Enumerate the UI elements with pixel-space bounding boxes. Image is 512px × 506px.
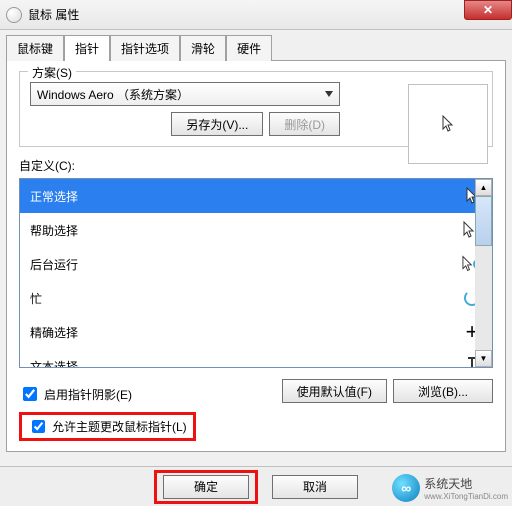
scroll-up-button[interactable]: ▲ [475, 179, 492, 196]
list-item[interactable]: 文本选择 [20, 349, 492, 367]
browse-button[interactable]: 浏览(B)... [393, 379, 493, 403]
close-icon: ✕ [483, 3, 493, 17]
watermark-name: 系统天地 [424, 477, 472, 491]
tab-pointer-options[interactable]: 指针选项 [110, 35, 180, 61]
list-item-label: 文本选择 [30, 358, 78, 368]
ok-button[interactable]: 确定 [163, 475, 249, 499]
window-title: 鼠标 属性 [28, 6, 79, 23]
watermark-url: www.XiTongTianDi.com [424, 492, 508, 501]
list-item-label: 忙 [30, 290, 42, 307]
cursor-preview-box [408, 84, 488, 164]
chevron-down-icon [325, 91, 333, 97]
save-as-button[interactable]: 另存为(V)... [171, 112, 263, 136]
list-item[interactable]: 正常选择 [20, 179, 492, 213]
scroll-down-button[interactable]: ▼ [475, 350, 492, 367]
tab-bar: 鼠标键 指针 指针选项 滑轮 硬件 [6, 34, 506, 60]
list-item-label: 精确选择 [30, 324, 78, 341]
watermark: ∞ 系统天地 www.XiTongTianDi.com [392, 474, 508, 502]
tab-wheel[interactable]: 滑轮 [180, 35, 226, 61]
shadow-label: 启用指针阴影(E) [44, 386, 132, 403]
scrollbar[interactable]: ▲ ▼ [475, 179, 492, 367]
list-item-label: 正常选择 [30, 188, 78, 205]
scroll-thumb[interactable] [475, 196, 492, 246]
tab-hardware[interactable]: 硬件 [226, 35, 272, 61]
tab-panel: 方案(S) Windows Aero （系统方案） 另存为(V)... 删除(D… [6, 60, 506, 452]
theme-checkbox[interactable] [32, 420, 45, 433]
app-icon [6, 7, 22, 23]
delete-button: 删除(D) [269, 112, 340, 136]
scheme-legend: 方案(S) [28, 64, 76, 81]
tab-pointers[interactable]: 指针 [64, 35, 110, 61]
list-item[interactable]: 后台运行 [20, 247, 492, 281]
list-item[interactable]: 忙 [20, 281, 492, 315]
list-item-label: 帮助选择 [30, 222, 78, 239]
tab-mouse-buttons[interactable]: 鼠标键 [6, 35, 64, 61]
list-item-label: 后台运行 [30, 256, 78, 273]
theme-label: 允许主题更改鼠标指针(L) [52, 418, 187, 435]
close-button[interactable]: ✕ [464, 0, 512, 20]
highlighted-option: 允许主题更改鼠标指针(L) [19, 412, 196, 441]
titlebar: 鼠标 属性 ✕ [0, 0, 512, 30]
cancel-button[interactable]: 取消 [272, 475, 358, 499]
use-default-button[interactable]: 使用默认值(F) [282, 379, 387, 403]
shadow-checkbox[interactable] [23, 387, 37, 401]
cursor-listbox[interactable]: 正常选择 帮助选择 ? 后台运行 忙 精确选择 + 文本选择 [19, 178, 493, 368]
scheme-selected-text: Windows Aero （系统方案） [37, 86, 189, 103]
arrow-cursor-icon [441, 115, 455, 133]
scroll-track[interactable] [475, 246, 492, 350]
watermark-logo-icon: ∞ [392, 474, 420, 502]
list-item[interactable]: 精确选择 + [20, 315, 492, 349]
scheme-combobox[interactable]: Windows Aero （系统方案） [30, 82, 340, 106]
list-item[interactable]: 帮助选择 ? [20, 213, 492, 247]
highlighted-ok: 确定 [154, 470, 258, 504]
